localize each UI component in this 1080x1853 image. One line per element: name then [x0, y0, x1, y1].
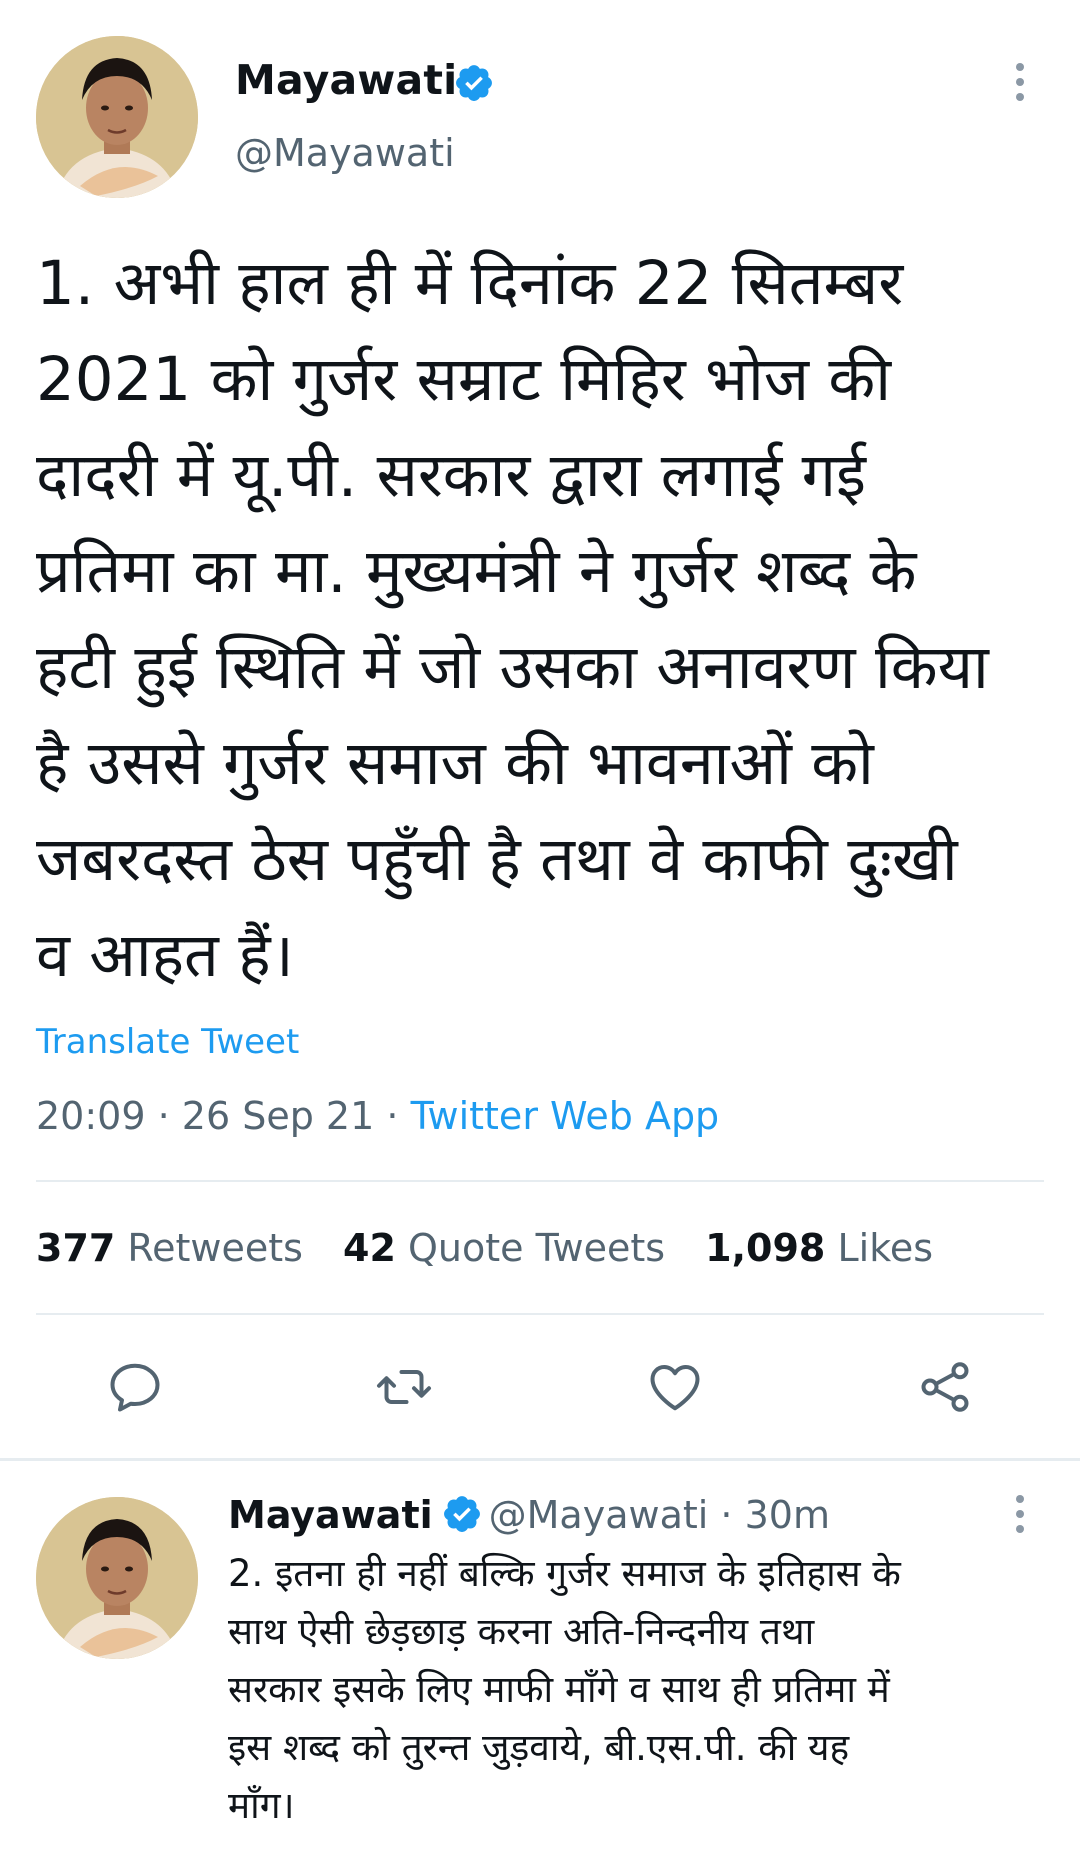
tweet-meta: 20:09 · 26 Sep 21 · Twitter Web App: [36, 1094, 719, 1138]
meta-separator: ·: [157, 1094, 170, 1138]
tweet-date[interactable]: 26 Sep 21: [182, 1094, 375, 1138]
meta-separator: ·: [386, 1094, 399, 1138]
retweets-stat[interactable]: 377 Retweets: [36, 1226, 303, 1270]
avatar-photo: [36, 1497, 198, 1659]
divider: [36, 1313, 1044, 1315]
verified-badge-icon: [453, 62, 495, 104]
reply-button[interactable]: [105, 1357, 165, 1417]
verified-badge-icon: [441, 1493, 483, 1535]
retweets-label: Retweets: [127, 1226, 303, 1270]
share-icon: [921, 1362, 969, 1412]
tweet-stats: 377 Retweets 42 Quote Tweets 1,098 Likes: [36, 1226, 961, 1270]
tweet-source-link[interactable]: Twitter Web App: [411, 1094, 720, 1138]
retweet-icon: [377, 1370, 431, 1404]
reply-header: Mayawati @Mayawati · 30m: [228, 1493, 830, 1537]
author-name[interactable]: Mayawati: [235, 56, 457, 104]
share-button[interactable]: [915, 1357, 975, 1417]
divider: [36, 1180, 1044, 1182]
reply-author-handle[interactable]: @Mayawati: [489, 1493, 709, 1537]
retweets-count: 377: [36, 1226, 116, 1270]
like-button[interactable]: [645, 1357, 705, 1417]
like-icon: [650, 1365, 700, 1411]
reply-tweet-text: 2. इतना ही नहीं बल्कि गुर्जर समाज के इति…: [228, 1552, 901, 1827]
author-handle[interactable]: @Mayawati: [235, 131, 455, 175]
tweet-text: 1. अभी हाल ही में दिनांक 22 सितम्बर 2021…: [36, 248, 989, 991]
avatar-photo: [36, 36, 198, 198]
section-divider: [0, 1458, 1080, 1461]
reply-author-avatar[interactable]: [36, 1497, 198, 1659]
translate-tweet-link[interactable]: Translate Tweet: [36, 1022, 299, 1062]
more-options-icon[interactable]: [1008, 1492, 1032, 1536]
meta-separator: ·: [720, 1493, 733, 1537]
likes-count: 1,098: [705, 1226, 826, 1270]
tweet-time[interactable]: 20:09: [36, 1094, 146, 1138]
quotes-label: Quote Tweets: [408, 1226, 666, 1270]
likes-label: Likes: [837, 1226, 934, 1270]
quote-tweets-stat[interactable]: 42 Quote Tweets: [343, 1226, 665, 1270]
retweet-button[interactable]: [374, 1357, 434, 1417]
author-avatar[interactable]: [36, 36, 198, 198]
more-options-icon[interactable]: [1008, 60, 1032, 104]
reply-timestamp[interactable]: 30m: [745, 1493, 830, 1537]
likes-stat[interactable]: 1,098 Likes: [705, 1226, 933, 1270]
quotes-count: 42: [343, 1226, 396, 1270]
reply-icon: [110, 1363, 160, 1412]
reply-author-name[interactable]: Mayawati: [228, 1493, 433, 1537]
